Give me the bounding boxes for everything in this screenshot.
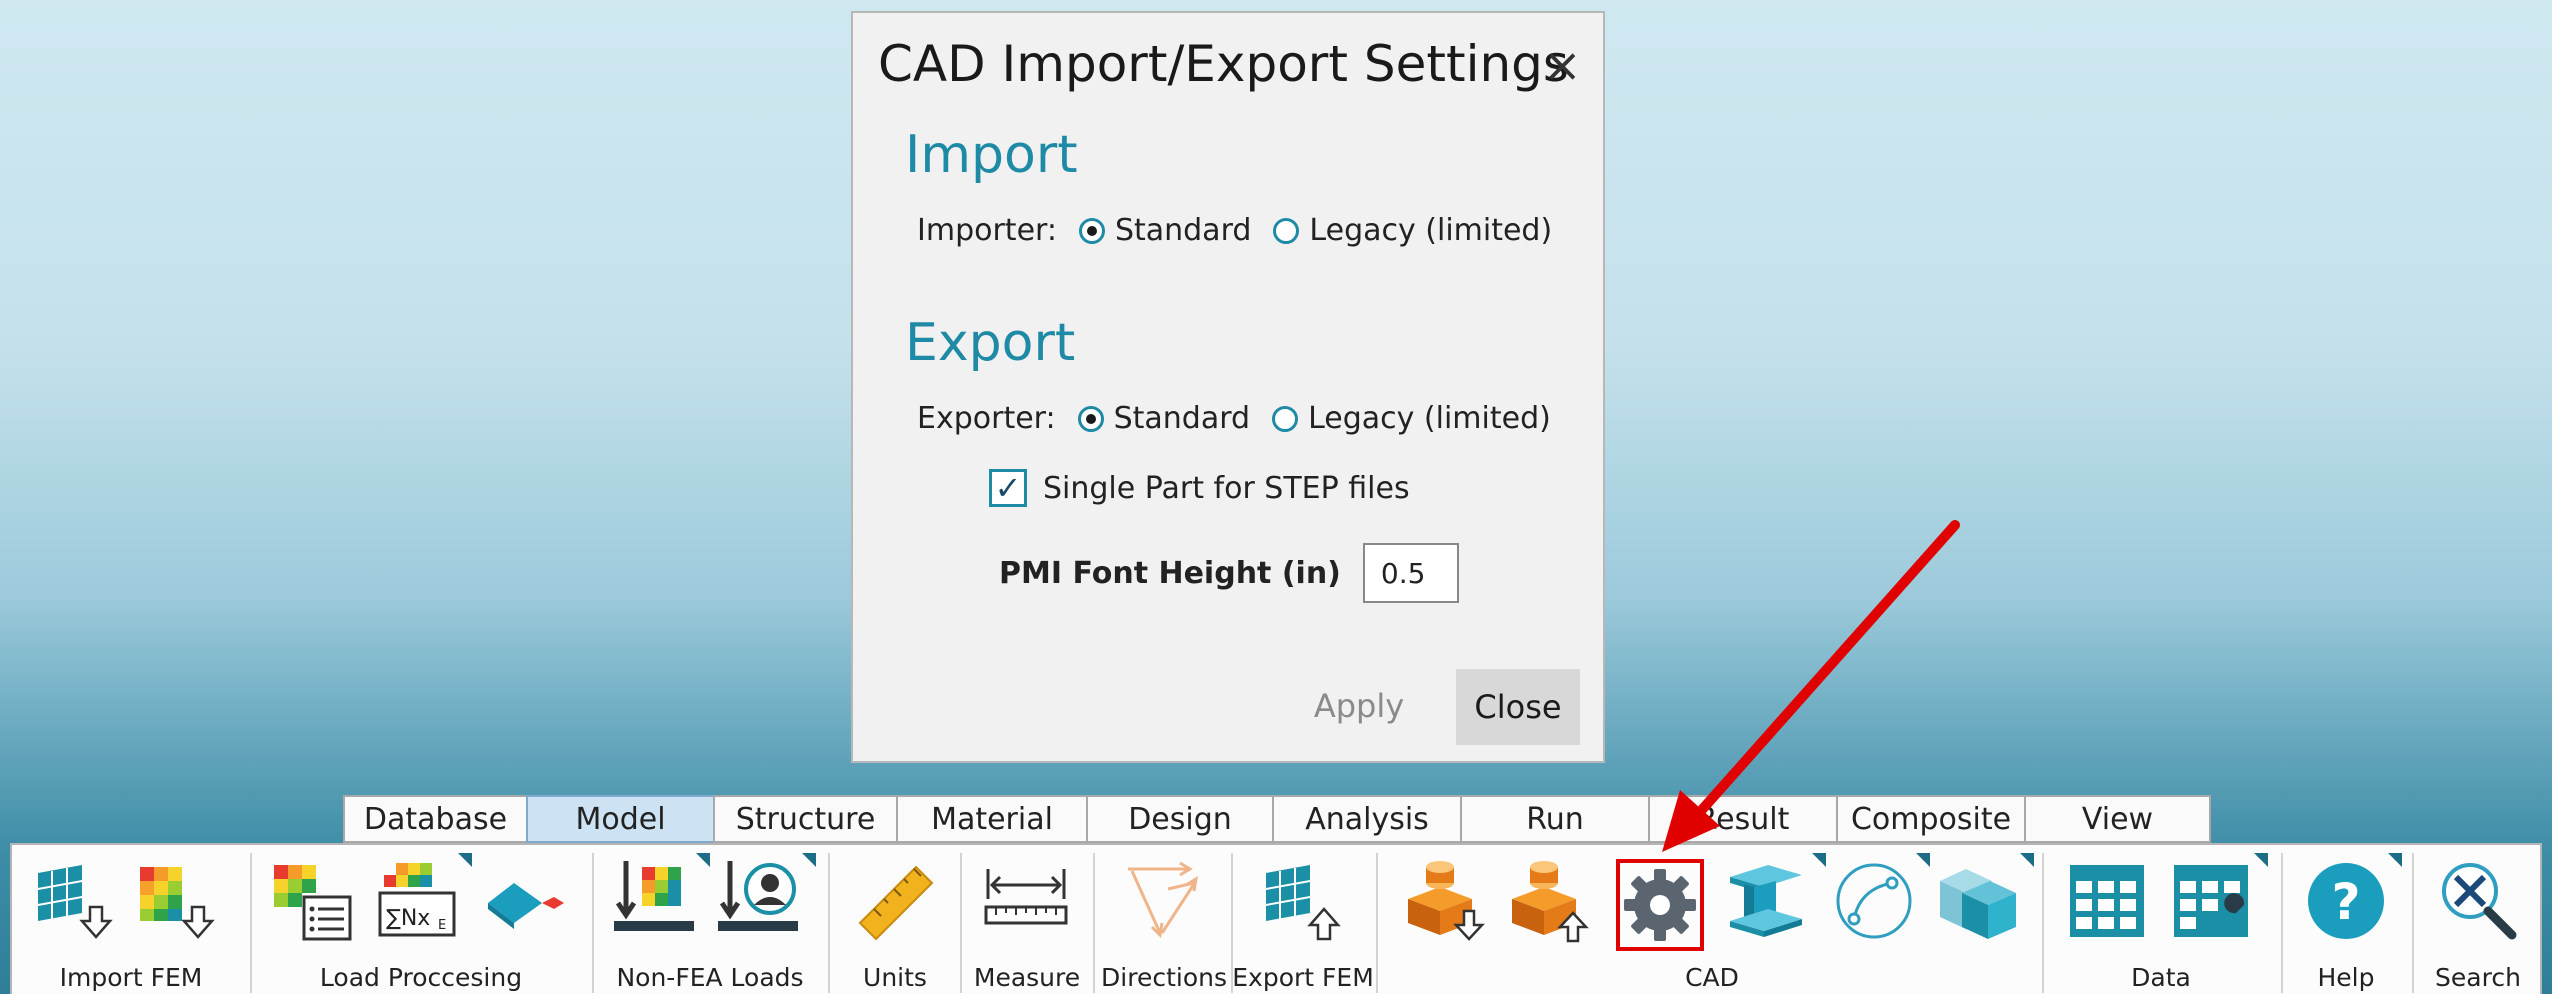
load-sum-icon[interactable]: ∑Nx E (374, 859, 458, 943)
tab-design[interactable]: Design (1086, 795, 1272, 843)
radio-label: Legacy (limited) (1309, 213, 1553, 248)
ribbon-tabs: Database Model Structure Material Design… (343, 795, 2211, 843)
load-list-icon[interactable] (270, 859, 354, 943)
radio-unselected-icon (1273, 217, 1300, 244)
search-icon[interactable] (2436, 859, 2520, 943)
gear-icon[interactable] (1618, 863, 1702, 947)
data-table-icon[interactable] (2066, 859, 2150, 943)
exporter-legacy-radio[interactable]: Legacy (limited) (1272, 401, 1551, 436)
close-icon[interactable]: × (1543, 35, 1582, 95)
import-mesh-icon[interactable] (34, 859, 118, 943)
tab-view[interactable]: View (2024, 795, 2211, 843)
importer-legacy-radio[interactable]: Legacy (limited) (1273, 213, 1552, 248)
single-part-label: Single Part for STEP files (1043, 470, 1410, 506)
dropdown-corner-icon[interactable] (802, 853, 816, 867)
export-heading: Export (905, 313, 1076, 373)
data-edit-icon[interactable] (2170, 859, 2254, 943)
group-label-import-fem: Import FEM (59, 963, 203, 992)
close-button[interactable]: Close (1456, 669, 1580, 745)
pmi-font-height-input[interactable] (1362, 543, 1459, 603)
load-sum-subscript: E (438, 918, 446, 933)
ribbon-toolbar: Import FEM ∑Nx E Load Proccesing Non-FEA… (10, 843, 2542, 994)
group-label-non-fea-loads: Non-FEA Loads (616, 963, 804, 992)
tab-structure[interactable]: Structure (713, 795, 896, 843)
group-label-cad: CAD (1685, 963, 1739, 992)
solid-block-icon[interactable] (1936, 859, 2020, 943)
group-separator (2281, 853, 2283, 993)
dropdown-corner-icon[interactable] (696, 853, 710, 867)
radio-selected-icon (1078, 217, 1105, 244)
group-label-measure: Measure (973, 963, 1081, 992)
help-icon[interactable]: ? (2304, 859, 2388, 943)
tab-run[interactable]: Run (1460, 795, 1648, 843)
cad-export-icon[interactable] (1508, 859, 1592, 943)
exporter-row: Exporter: Standard Legacy (limited) (917, 401, 1573, 436)
import-heading: Import (905, 125, 1078, 185)
radio-unselected-icon (1272, 405, 1299, 432)
group-separator (960, 853, 962, 993)
importer-standard-radio[interactable]: Standard (1078, 213, 1252, 248)
exporter-label: Exporter: (917, 401, 1056, 436)
group-separator (250, 853, 252, 993)
group-separator (592, 853, 594, 993)
group-label-directions: Directions (1101, 963, 1227, 992)
group-label-help: Help (2317, 963, 2375, 992)
load-surface-icon[interactable] (484, 859, 568, 943)
importer-row: Importer: Standard Legacy (limited) (917, 213, 1574, 248)
group-label-search: Search (2435, 963, 2521, 992)
checkmark-icon: ✓ (994, 469, 1022, 507)
pmi-row: PMI Font Height (in) (999, 543, 1459, 603)
curve-icon[interactable] (1832, 859, 1916, 943)
measure-icon[interactable] (984, 859, 1068, 943)
exporter-standard-radio[interactable]: Standard (1077, 401, 1251, 436)
single-part-row: ✓ Single Part for STEP files (989, 469, 1410, 507)
cad-import-icon[interactable] (1404, 859, 1488, 943)
radio-label: Standard (1114, 213, 1252, 248)
dropdown-corner-icon[interactable] (2254, 853, 2268, 867)
ibeam-icon[interactable] (1724, 859, 1808, 943)
group-label-export-fem: Export FEM (1232, 963, 1374, 992)
radio-label: Legacy (limited) (1308, 401, 1551, 436)
directions-icon[interactable] (1122, 859, 1206, 943)
arrow-shaft (1695, 520, 1960, 817)
group-label-units: Units (863, 963, 927, 992)
non-fea-load-icon[interactable] (612, 859, 696, 943)
tab-model[interactable]: Model (526, 795, 713, 843)
export-mesh-icon[interactable] (1262, 859, 1346, 943)
importer-label: Importer: (917, 213, 1057, 248)
help-glyph: ? (2331, 873, 2360, 931)
tab-database[interactable]: Database (343, 795, 526, 843)
dialog-title: CAD Import/Export Settings (878, 35, 1569, 93)
tab-composite[interactable]: Composite (1836, 795, 2024, 843)
dropdown-corner-icon[interactable] (1916, 853, 1930, 867)
radio-selected-icon (1077, 405, 1104, 432)
group-separator (1376, 853, 1378, 993)
group-separator (828, 853, 830, 993)
tab-analysis[interactable]: Analysis (1272, 795, 1460, 843)
pmi-label: PMI Font Height (in) (999, 555, 1341, 591)
tab-material[interactable]: Material (896, 795, 1086, 843)
non-fea-person-icon[interactable] (716, 859, 800, 943)
group-separator (2042, 853, 2044, 993)
group-separator (1093, 853, 1095, 993)
group-separator (2412, 853, 2414, 993)
cad-settings-dialog: CAD Import/Export Settings × Import Impo… (851, 11, 1605, 763)
group-label-load-processing: Load Proccesing (319, 963, 523, 992)
dropdown-corner-icon[interactable] (1812, 853, 1826, 867)
apply-button[interactable]: Apply (1299, 669, 1419, 743)
load-sum-text: ∑Nx (386, 906, 430, 931)
group-label-data: Data (2131, 963, 2191, 992)
import-results-icon[interactable] (136, 859, 220, 943)
single-part-checkbox[interactable]: ✓ (989, 469, 1027, 507)
dropdown-corner-icon[interactable] (458, 853, 472, 867)
tab-result[interactable]: Result (1648, 795, 1836, 843)
radio-label: Standard (1113, 401, 1251, 436)
dropdown-corner-icon[interactable] (2020, 853, 2034, 867)
dropdown-corner-icon[interactable] (2388, 853, 2402, 867)
ruler-icon[interactable] (854, 859, 938, 943)
